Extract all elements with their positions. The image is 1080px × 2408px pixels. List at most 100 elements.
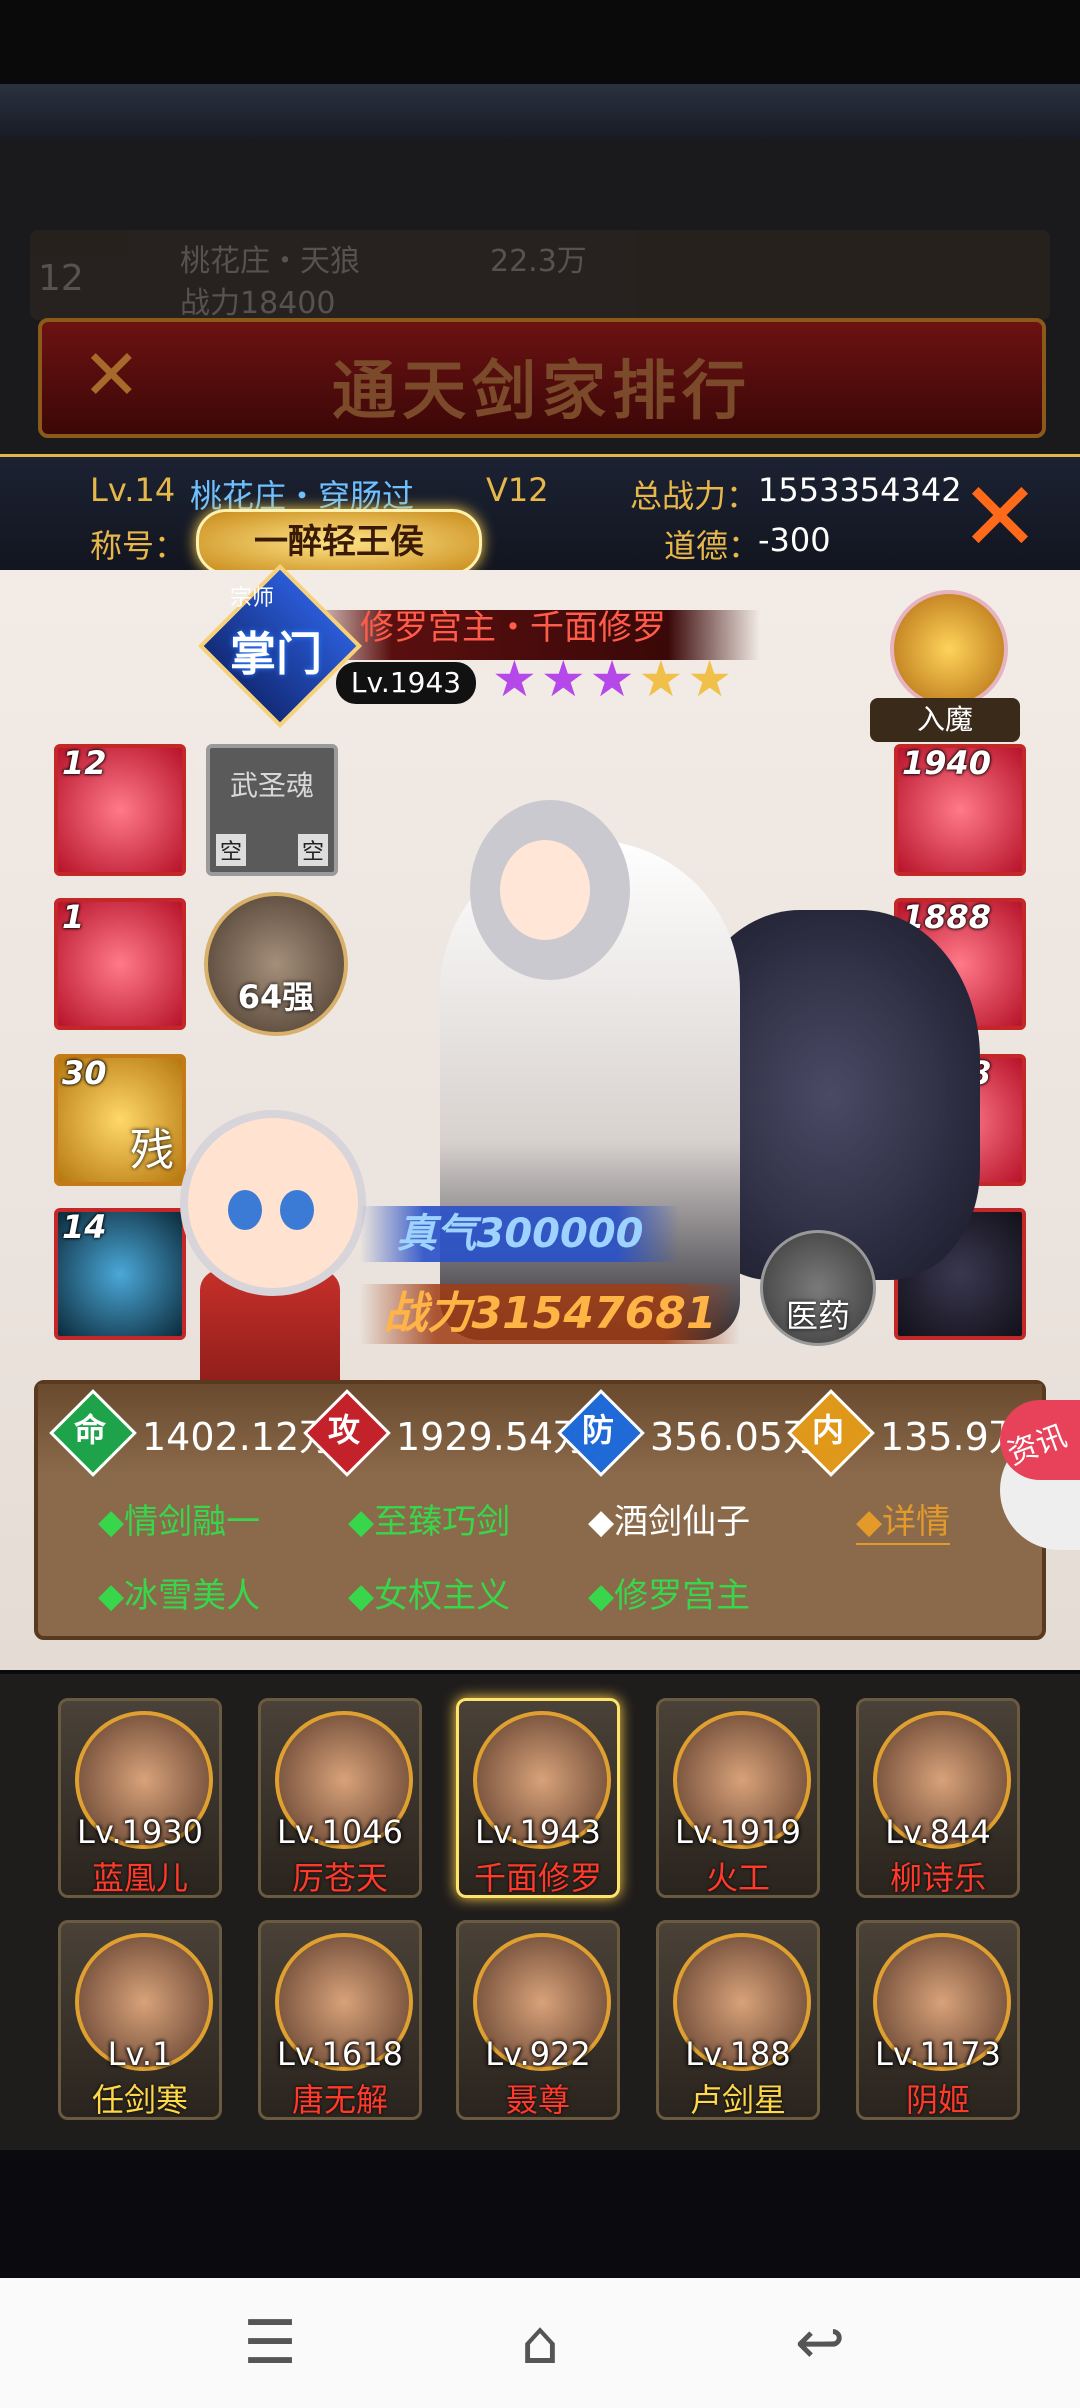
background-band (0, 84, 1080, 139)
footer-background (0, 2150, 1080, 2278)
true-qi-bar: 真气300000 (360, 1206, 680, 1262)
morality-value: -300 (758, 521, 831, 559)
roster-level: Lv.1919 (675, 1813, 801, 1851)
roster-level: Lv.922 (485, 2035, 591, 2073)
hero-face (500, 840, 590, 940)
roster-card[interactable]: Lv.1173 阴姬 (856, 1920, 1020, 2120)
chibi-eye (228, 1190, 262, 1230)
equip-slot-crystal[interactable]: 1 (54, 898, 186, 1030)
close-icon[interactable]: ✕ (950, 467, 1050, 567)
stat-icon-text: 攻 (327, 1411, 360, 1449)
trait-tag[interactable]: ◆情剑融一 (98, 1494, 260, 1543)
roster-card[interactable]: Lv.844 柳诗乐 (856, 1698, 1020, 1898)
rank-power: 战力18400 (180, 286, 336, 321)
medicine-button[interactable]: 医药 (760, 1230, 876, 1346)
slot-count: 30 (62, 1054, 107, 1092)
title-badge-text: 一醉轻王侯 (254, 522, 424, 562)
trait-tag[interactable]: ◆冰雪美人 (98, 1568, 260, 1617)
hero-power-value: 战力31547681 (383, 1288, 717, 1339)
rank-medal[interactable]: 64强 (204, 892, 348, 1036)
roster-card[interactable]: Lv.1618 唐无解 (258, 1920, 422, 2120)
roster-card[interactable]: Lv.1 任剑寒 (58, 1920, 222, 2120)
equip-slot-heart[interactable]: 12 (54, 744, 186, 876)
rank-number: 12 (38, 258, 84, 299)
news-button[interactable]: 资讯 (1000, 1400, 1080, 1480)
back-icon[interactable]: ↩ (760, 2298, 880, 2388)
soul-slot-empty-left: 空 (216, 834, 247, 866)
roster-card[interactable]: Lv.1919 火工 (656, 1698, 820, 1898)
player-header: Lv.14 桃花庄・穿肠过 V12 称号： 一醉轻王侯 总战力： 1553354… (0, 454, 1080, 575)
roster-card-selected[interactable]: Lv.1943 千面修罗 (456, 1698, 620, 1898)
roster-name: 千面修罗 (473, 1859, 602, 1897)
demon-mode-label: 入魔 (870, 698, 1020, 742)
roster-name: 唐无解 (291, 2081, 388, 2119)
medal-label: 64强 (237, 978, 315, 1016)
morality-label: 道德： (664, 527, 761, 565)
chibi-head (180, 1110, 366, 1296)
stat-icon-text: 内 (811, 1411, 844, 1449)
roster-card[interactable]: Lv.188 卢剑星 (656, 1920, 820, 2120)
trait-tag[interactable]: ◆女权主义 (348, 1568, 510, 1617)
roster-name: 蓝凰儿 (91, 1859, 188, 1897)
status-area (0, 0, 1080, 84)
star-rating: ★★★★★ (492, 650, 736, 708)
equip-slot-sword[interactable]: 1940 (894, 744, 1026, 876)
news-label: 资讯 (1003, 1418, 1072, 1472)
soul-slot[interactable]: 武圣魂 空 空 (206, 744, 338, 876)
sect-role: 掌门 (230, 627, 322, 681)
soul-slot-empty-right: 空 (297, 834, 328, 866)
roster-card[interactable]: Lv.922 聂尊 (456, 1920, 620, 2120)
title-badge[interactable]: 一醉轻王侯 (196, 509, 482, 575)
trait-tag[interactable]: ◆修罗宫主 (588, 1568, 750, 1617)
attribute-panel: 命 1402.12万 攻 1929.54万 防 356.05万 内 135.9万… (34, 1380, 1046, 1640)
roster-level: Lv.1618 (277, 2035, 403, 2073)
rank-gold: 22.3万 (490, 244, 587, 279)
sect-rank: 宗师 (230, 586, 275, 611)
menu-icon[interactable]: ☰ (210, 2298, 330, 2388)
roster-name: 卢剑星 (689, 2081, 786, 2119)
ranking-banner: ✕ 通天剑家排行 (38, 318, 1046, 438)
ranking-title: 通天剑家排行 (332, 354, 752, 429)
true-qi-value: 真气300000 (396, 1211, 644, 1257)
star-icon-purple: ★★★ (492, 650, 639, 708)
chibi-eye (280, 1190, 314, 1230)
slot-count: 14 (62, 1208, 107, 1246)
rank-player-name: 桃花庄・天狼 (180, 244, 360, 279)
attribute-row: 命 1402.12万 攻 1929.54万 防 356.05万 内 135.9万 (38, 1384, 1042, 1477)
roster-card[interactable]: Lv.1046 厉苍天 (258, 1698, 422, 1898)
roster-name: 柳诗乐 (889, 1859, 986, 1897)
home-icon[interactable]: ⌂ (480, 2298, 600, 2388)
hero-level-pill: Lv.1943 (336, 662, 476, 704)
roster-level: Lv.1943 (475, 1813, 601, 1851)
soul-slot-title: 武圣魂 (229, 769, 314, 802)
details-link[interactable]: ◆详情 (856, 1494, 951, 1545)
slot-count: 12 (62, 744, 107, 782)
buddha-icon (890, 590, 1008, 708)
roster-level: Lv.1 (107, 2035, 173, 2073)
roster-name: 聂尊 (505, 2081, 570, 2119)
trait-tag[interactable]: ◆酒剑仙子 (588, 1494, 750, 1543)
roster-name: 阴姬 (905, 2081, 970, 2119)
total-power-value: 1553354342 (758, 471, 962, 509)
medicine-label: 医药 (785, 1297, 850, 1335)
roster-name: 火工 (705, 1859, 770, 1897)
roster-level: Lv.1046 (277, 1813, 403, 1851)
trait-tags: ◆情剑融一 ◆至臻巧剑 ◆酒剑仙子 ◆详情 ◆冰雪美人 ◆女权主义 ◆修罗宫主 (38, 1484, 1038, 1634)
demon-mode-button[interactable]: 入魔 (870, 590, 1020, 750)
ranking-row: 12 桃花庄・天狼 22.3万 战力18400 (30, 230, 1050, 321)
hero-level: Lv.1943 (350, 666, 462, 699)
roster-level: Lv.1173 (875, 2035, 1001, 2073)
roster-name: 任剑寒 (91, 2081, 188, 2119)
title-label: 称号： (90, 527, 187, 565)
trait-tag[interactable]: ◆至臻巧剑 (348, 1494, 510, 1543)
slot-count: 1 (62, 898, 85, 936)
vip-level: V12 (486, 471, 549, 509)
player-level: Lv.14 (90, 471, 176, 509)
roster-level: Lv.844 (885, 1813, 991, 1851)
stat-icon-text: 防 (581, 1411, 614, 1449)
stat-icon-text: 命 (73, 1411, 106, 1449)
hero-power-bar: 战力31547681 (360, 1284, 740, 1344)
roster-card[interactable]: Lv.1930 蓝凰儿 (58, 1698, 222, 1898)
total-power-label: 总战力： (630, 477, 759, 515)
slot-count: 1940 (902, 744, 992, 782)
